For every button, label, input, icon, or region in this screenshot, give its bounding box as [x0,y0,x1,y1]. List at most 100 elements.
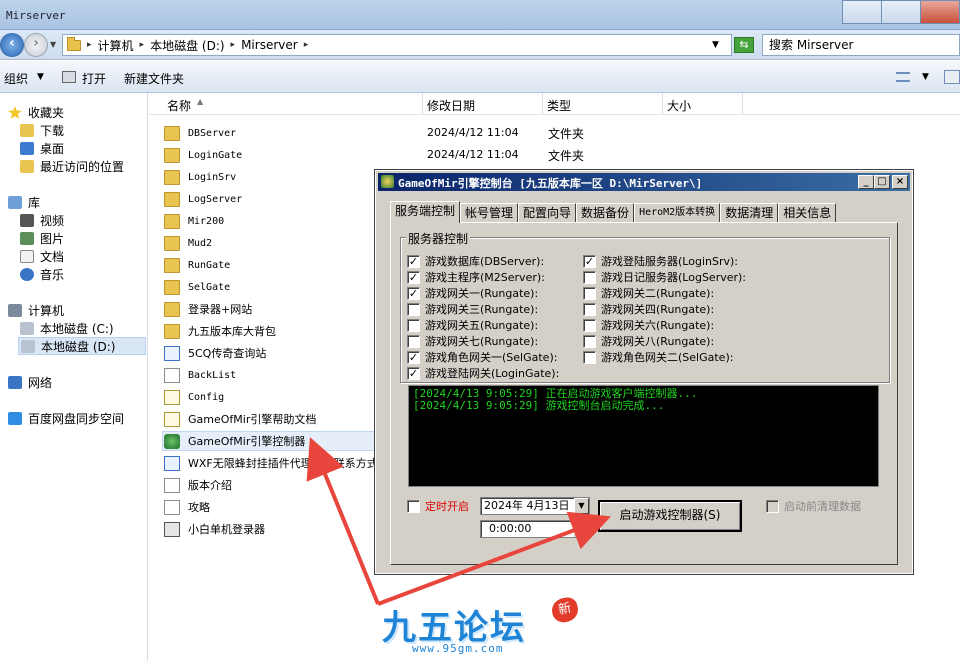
checkbox-box[interactable] [407,302,420,316]
maximize-button[interactable]: □ [874,175,890,189]
column-divider[interactable] [742,93,743,115]
close-button[interactable] [920,0,960,24]
search-input[interactable]: 搜索 Mirserver [762,34,960,56]
checkbox-box[interactable]: ✓ [407,286,420,300]
tab-account[interactable]: 帐号管理 [460,203,519,223]
checkbox-box[interactable] [583,270,596,284]
nav-favorites[interactable]: 收藏夹 [8,104,64,121]
address-dropdown-icon[interactable]: ▼ [712,40,719,50]
checkbox-rungate-3[interactable]: 游戏网关三(Rungate): [407,301,538,317]
checkbox-rungate-6[interactable]: 游戏网关六(Rungate): [583,317,714,333]
nav-library[interactable]: 库 [8,194,40,211]
nav-recent[interactable]: 最近访问的位置 [20,158,124,175]
chevron-right-icon[interactable]: ▸ [304,40,309,50]
tab-config-wizard[interactable]: 配置向导 [518,203,577,223]
checkbox-box[interactable]: ✓ [583,254,596,268]
forward-button[interactable]: › [24,33,48,57]
chevron-right-icon[interactable]: ▸ [140,40,145,50]
tab-herom2-convert[interactable]: HeroM2版本转换 [634,203,721,223]
preview-pane-icon[interactable] [944,70,960,84]
nav-music[interactable]: 音乐 [20,266,64,283]
column-divider[interactable] [542,93,543,115]
column-size[interactable]: 大小 [667,97,691,114]
checkbox-dbserver[interactable]: ✓ 游戏数据库(DBServer): [407,253,544,269]
start-controller-button[interactable]: 启动游戏控制器(S) [598,500,742,532]
checkbox-box[interactable]: ✓ [407,366,420,380]
checkbox-loginsrv[interactable]: ✓ 游戏登陆服务器(LoginSrv): [583,253,738,269]
nav-drive-d[interactable]: 本地磁盘 (D:) [18,337,146,355]
nav-downloads[interactable]: 下载 [20,122,64,139]
checkbox-box[interactable]: ✓ [407,350,420,364]
checkbox-box[interactable] [583,334,596,348]
nav-baidu[interactable]: 百度网盘同步空间 [8,410,124,427]
checkbox-box[interactable] [407,499,420,513]
chevron-right-icon[interactable]: ▸ [231,40,236,50]
breadcrumb-mirserver[interactable]: Mirserver [241,38,298,52]
file-row[interactable]: DBServer [164,123,584,143]
checkbox-box[interactable]: ✓ [407,270,420,284]
tab-data-cleanup[interactable]: 数据清理 [720,203,779,223]
checkbox-label: 游戏角色网关二(SelGate): [601,351,734,364]
clear-before-start-checkbox[interactable]: 启动前清理数据 [766,498,861,514]
checkbox-rungate-4[interactable]: 游戏网关四(Rungate): [583,301,714,317]
nav-desktop[interactable]: 桌面 [20,140,64,157]
checkbox-rungate-8[interactable]: 游戏网关八(Rungate): [583,333,714,349]
chevron-down-icon[interactable]: ▼ [37,72,44,82]
arrow-left-icon: ‹ [9,35,15,51]
checkbox-logserver[interactable]: 游戏日记服务器(LogServer): [583,269,746,285]
chevron-right-icon[interactable]: ▸ [87,40,92,50]
tab-about[interactable]: 相关信息 [778,203,837,223]
history-dropdown-icon[interactable]: ▼ [50,40,56,49]
checkbox-box[interactable] [583,350,596,364]
maximize-button[interactable] [881,0,921,24]
spinner-icon[interactable]: ▲ ▼ [574,521,589,537]
column-divider[interactable] [422,93,423,115]
scheduled-start-checkbox[interactable]: 定时开启 [407,498,469,514]
nav-documents[interactable]: 文档 [20,248,64,265]
tab-server-control[interactable]: 服务端控制 [390,201,461,223]
view-options-icon[interactable] [896,72,910,82]
close-button[interactable]: × [892,175,908,189]
minimize-button[interactable]: _ [858,175,874,189]
open-button[interactable]: 打开 [82,70,106,87]
back-button[interactable]: ‹ [0,33,24,57]
checkbox-box[interactable] [407,318,420,332]
checkbox-selgate-1[interactable]: ✓ 游戏角色网关一(SelGate): [407,349,557,365]
checkbox-box[interactable] [407,334,420,348]
checkbox-logingate[interactable]: ✓ 游戏登陆网关(LoginGate): [407,365,559,381]
checkbox-rungate-1[interactable]: ✓ 游戏网关一(Rungate): [407,285,538,301]
chevron-down-icon[interactable]: ▼ [574,498,589,514]
nav-videos[interactable]: 视频 [20,212,64,229]
breadcrumb-drive-d[interactable]: 本地磁盘 (D:) [150,37,224,54]
checkbox-box[interactable] [583,286,596,300]
checkbox-rungate-5[interactable]: 游戏网关五(Rungate): [407,317,538,333]
chevron-down-icon[interactable]: ▼ [922,72,929,82]
organize-button[interactable]: 组织 [4,70,28,87]
minimize-button[interactable] [842,0,882,24]
nav-pictures[interactable]: 图片 [20,230,64,247]
column-divider[interactable] [662,93,663,115]
time-picker[interactable]: 0:00:00 ▲ ▼ [480,520,590,538]
tab-backup[interactable]: 数据备份 [576,203,635,223]
column-date[interactable]: 修改日期 [427,97,475,114]
checkbox-rungate-2[interactable]: 游戏网关二(Rungate): [583,285,714,301]
column-type[interactable]: 类型 [547,97,571,114]
breadcrumb-computer[interactable]: 计算机 [98,37,134,54]
checkbox-box[interactable]: ✓ [407,254,420,268]
file-row[interactable]: LoginGate [164,145,584,165]
checkbox-selgate-2[interactable]: 游戏角色网关二(SelGate): [583,349,733,365]
checkbox-m2server[interactable]: ✓ 游戏主程序(M2Server): [407,269,545,285]
log-console[interactable]: [2024/4/13 9:05:29] 正在启动游戏客户端控制器... [202… [408,385,879,487]
checkbox-box[interactable] [766,499,779,513]
new-folder-button[interactable]: 新建文件夹 [124,70,184,87]
nav-drive-c[interactable]: 本地磁盘 (C:) [20,320,114,337]
address-bar[interactable]: ▸ 计算机 ▸ 本地磁盘 (D:) ▸ Mirserver ▸ [62,34,732,56]
nav-computer[interactable]: 计算机 [8,302,64,319]
checkbox-rungate-7[interactable]: 游戏网关七(Rungate): [407,333,538,349]
checkbox-box[interactable] [583,318,596,332]
date-picker[interactable]: 2024年 4月13日 ▼ [480,497,590,515]
nav-network[interactable]: 网络 [8,374,52,391]
checkbox-box[interactable] [583,302,596,316]
refresh-button[interactable]: ⇆ [734,37,754,53]
column-name[interactable]: 名称 [167,97,191,114]
